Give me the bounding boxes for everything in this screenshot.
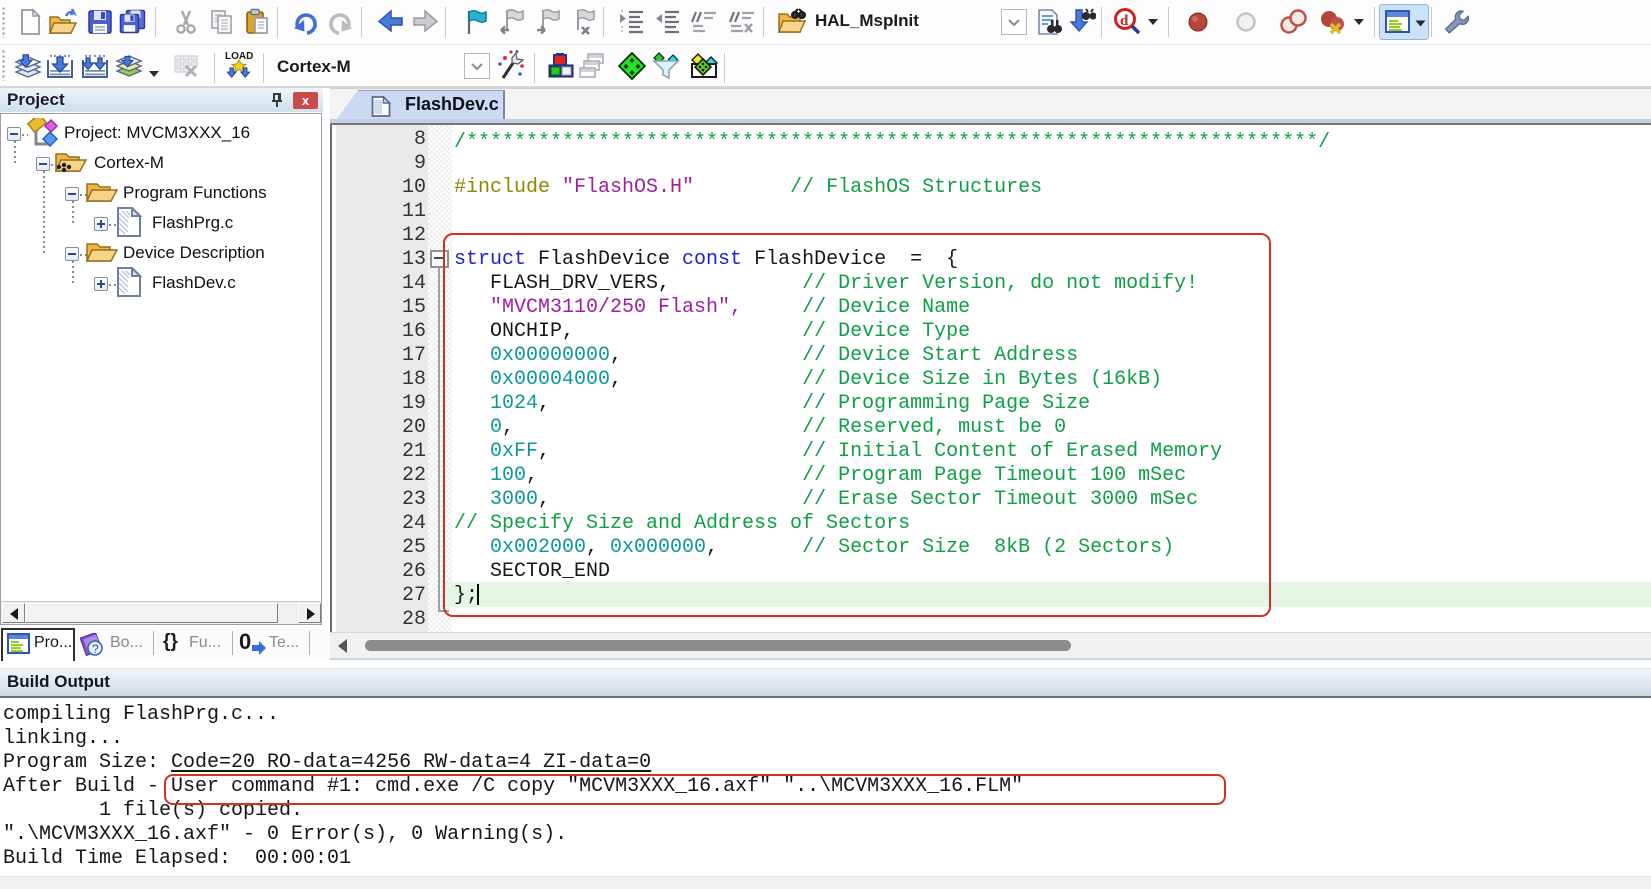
svg-text:d: d [1120, 13, 1129, 29]
svg-text:?: ? [92, 642, 99, 656]
